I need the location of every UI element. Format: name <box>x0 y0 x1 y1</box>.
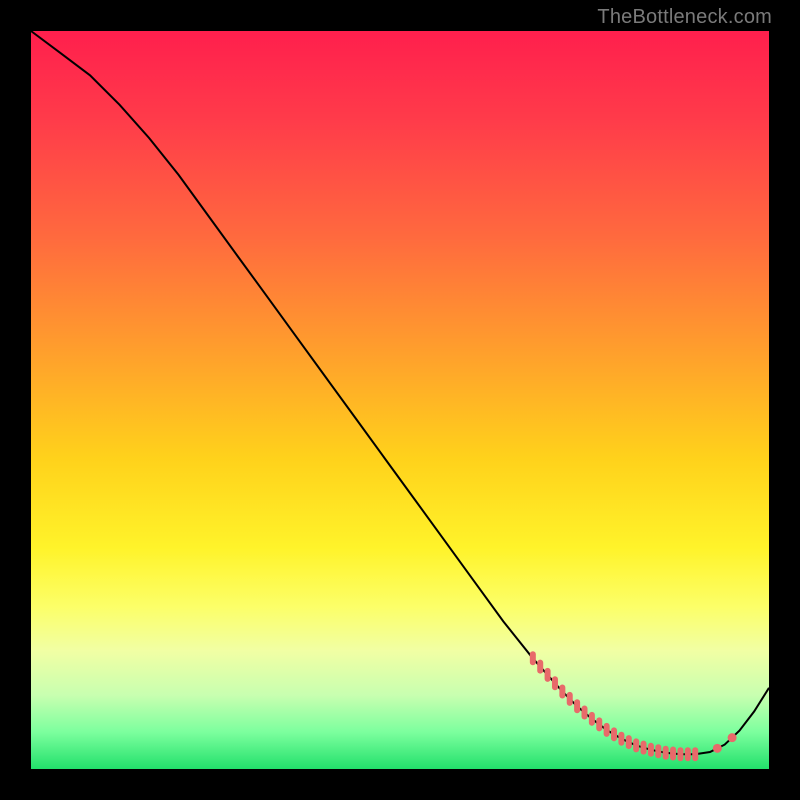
highlight-ticks <box>533 654 695 758</box>
plot-area <box>31 31 769 769</box>
chart-stage: TheBottleneck.com <box>0 0 800 800</box>
chart-svg <box>31 31 769 769</box>
highlight-dots <box>713 733 737 753</box>
curve-line <box>31 31 769 754</box>
highlight-dot <box>728 733 737 742</box>
watermark-text: TheBottleneck.com <box>597 6 772 29</box>
highlight-dot <box>713 744 722 753</box>
